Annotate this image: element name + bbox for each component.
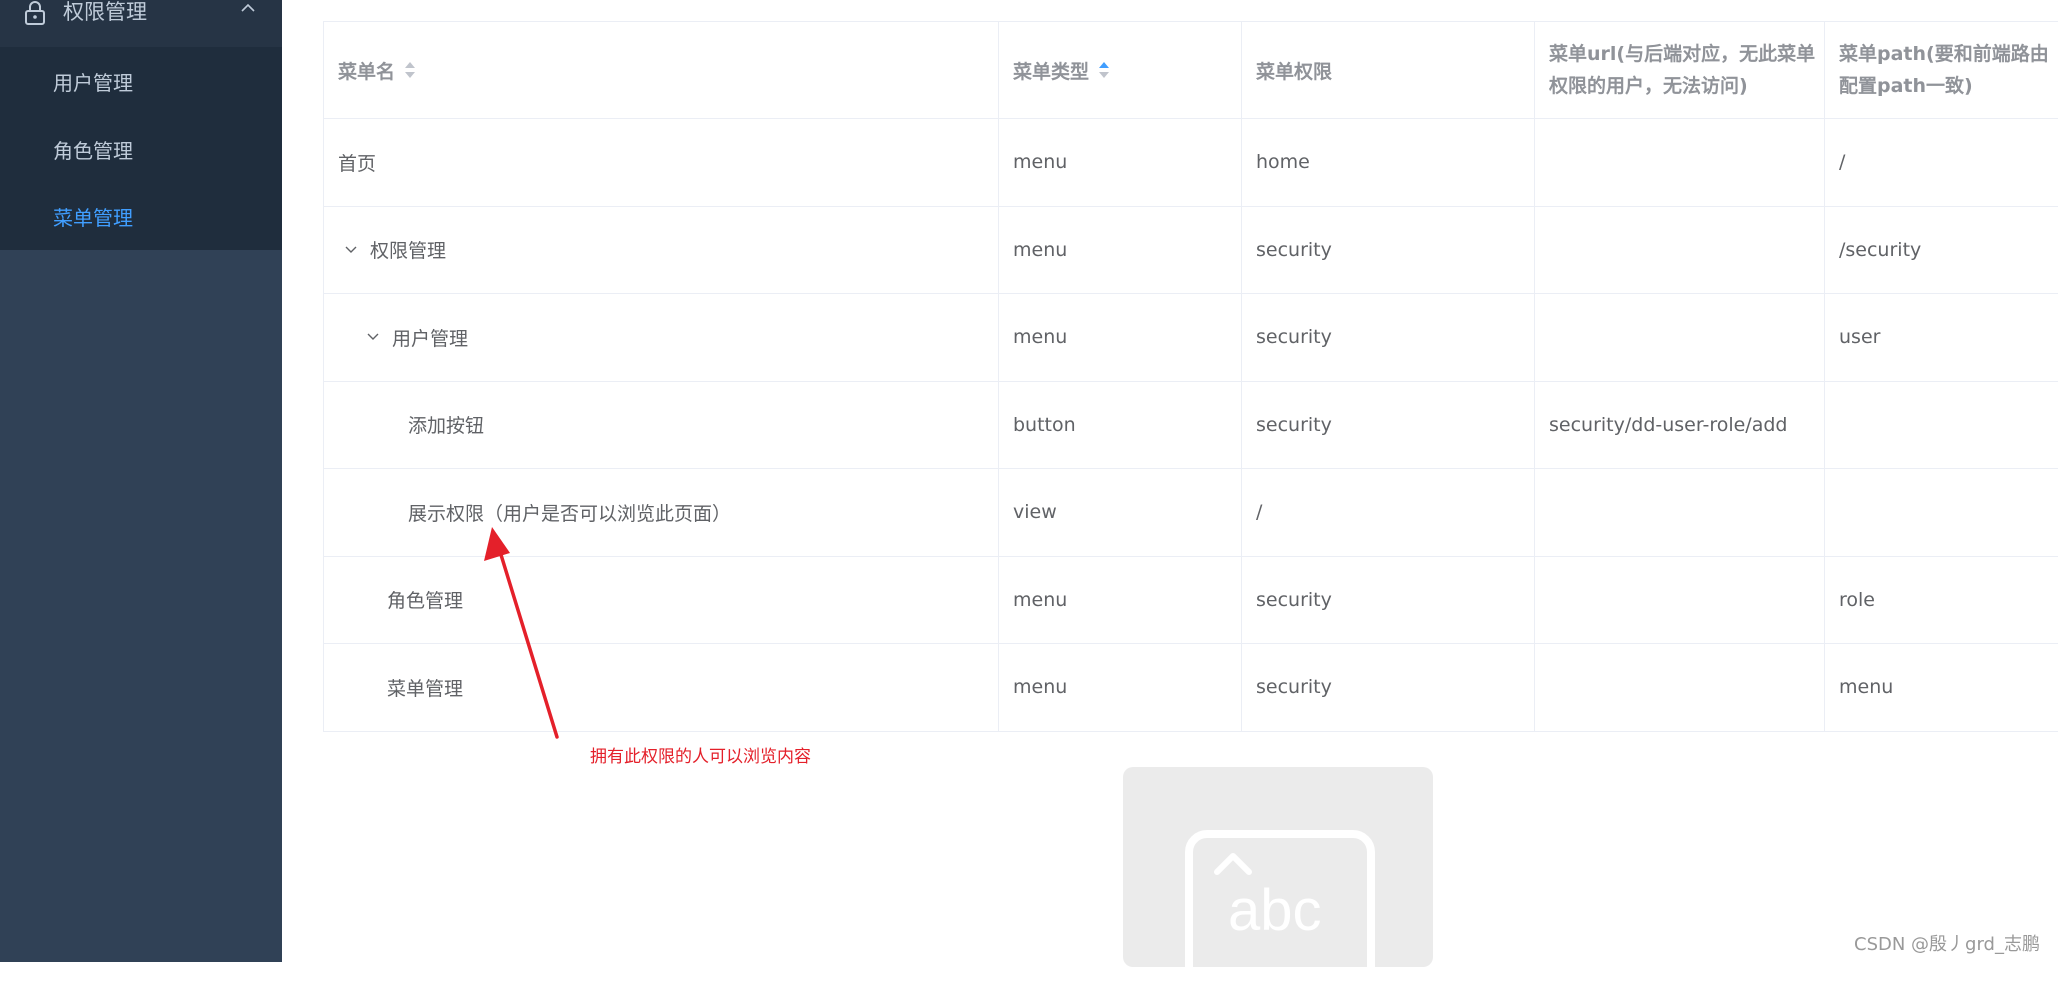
cell-url	[1535, 294, 1825, 381]
chevron-down-icon[interactable]	[344, 245, 358, 255]
cell-perm: security	[1242, 206, 1535, 293]
cell-type: menu	[999, 119, 1242, 206]
header-path-label: 菜单path(要和前端路由配置path一致)	[1839, 43, 2049, 97]
header-type-label: 菜单类型	[1013, 60, 1090, 83]
cell-name: 首页	[324, 119, 999, 206]
sort-icon[interactable]	[403, 60, 417, 80]
sidebar-item-user-management[interactable]: 用户管理	[0, 47, 282, 115]
cell-url	[1535, 644, 1825, 731]
header-name-label: 菜单名	[338, 60, 396, 83]
cell-perm: home	[1242, 119, 1535, 206]
cell-type: menu	[999, 294, 1242, 381]
sidebar-item-label: 菜单管理	[53, 205, 133, 230]
cell-type: button	[999, 381, 1242, 468]
header-url-label: 菜单url(与后端对应，无此菜单权限的用户，无法访问)	[1549, 43, 1816, 97]
cell-type: menu	[999, 206, 1242, 293]
cell-perm: security	[1242, 381, 1535, 468]
cell-path: /	[1839, 151, 1846, 174]
cell-perm: /	[1242, 469, 1535, 556]
submenu-title-label: 权限管理	[63, 0, 147, 24]
sidebar-item-menu-management[interactable]: 菜单管理	[0, 182, 282, 250]
table-row[interactable]: 菜单管理 menu security menu	[324, 644, 2058, 732]
lock-icon	[25, 1, 45, 25]
cell-name: 权限管理	[324, 206, 999, 293]
sidebar-item-label: 用户管理	[53, 70, 133, 95]
cell-type: menu	[999, 556, 1242, 643]
row-name: 展示权限（用户是否可以浏览此页面）	[408, 502, 732, 525]
cell-path: menu	[1839, 676, 1894, 699]
table-row[interactable]: 添加按钮 button security security/dd-user-ro…	[324, 381, 2058, 469]
row-name: 用户管理	[392, 327, 469, 350]
row-name: 权限管理	[370, 240, 447, 263]
cell-name: 角色管理	[324, 556, 999, 643]
cell-perm: security	[1242, 294, 1535, 381]
sidebar: 权限管理 用户管理 角色管理 菜单管理	[0, 0, 282, 962]
cell-type: view	[999, 469, 1242, 556]
cell-url: security/dd-user-role/add	[1535, 381, 1825, 468]
row-name: 菜单管理	[387, 677, 464, 700]
placeholder-image: abc	[1123, 767, 1433, 990]
table-row[interactable]: 权限管理 menu security /security	[324, 206, 2058, 294]
table-row[interactable]: 用户管理 menu security user	[324, 294, 2058, 382]
header-perm-label: 菜单权限	[1256, 60, 1333, 83]
watermark: CSDN @殷丿grd_志鹏	[1854, 934, 2040, 955]
sort-ascending-icon[interactable]	[1097, 60, 1111, 80]
cell-path: user	[1839, 326, 1881, 349]
table-header-row: 菜单名 菜单类型 菜单权限 菜单url(与后端对应，无此菜单权限的用户，无法访问…	[324, 22, 2058, 119]
menu-table: 菜单名 菜单类型 菜单权限 菜单url(与后端对应，无此菜单权限的用户，无法访问…	[323, 21, 2058, 732]
submenu-items: 用户管理 角色管理 菜单管理	[0, 47, 282, 250]
cell-url	[1535, 556, 1825, 643]
cell-path: role	[1839, 588, 1875, 611]
chevron-down-icon[interactable]	[366, 332, 380, 342]
annotation-text: 拥有此权限的人可以浏览内容	[590, 747, 811, 767]
cell-name: 添加按钮	[324, 381, 999, 468]
cell-type: menu	[999, 644, 1242, 731]
cell-url	[1535, 206, 1825, 293]
header-perm: 菜单权限	[1242, 22, 1535, 118]
cell-path: /security	[1839, 238, 1922, 261]
sidebar-item-label: 角色管理	[53, 138, 133, 163]
cell-url	[1535, 469, 1825, 556]
annotation-arrow-icon	[484, 527, 559, 739]
caret-icon	[1214, 853, 1252, 875]
row-name: 首页	[338, 152, 377, 175]
cell-name: 展示权限（用户是否可以浏览此页面）	[324, 469, 999, 556]
header-type[interactable]: 菜单类型	[999, 22, 1242, 118]
placeholder-text: abc	[1228, 878, 1322, 943]
row-name: 角色管理	[387, 590, 464, 613]
cell-name: 菜单管理	[324, 644, 999, 731]
cell-name: 用户管理	[324, 294, 999, 381]
cell-path	[1825, 382, 2058, 469]
sidebar-item-role-management[interactable]: 角色管理	[0, 115, 282, 183]
cell-perm: security	[1242, 556, 1535, 643]
row-name: 添加按钮	[408, 415, 485, 438]
header-name[interactable]: 菜单名	[324, 22, 999, 118]
cell-url	[1535, 119, 1825, 206]
table-row[interactable]: 首页 menu home /	[324, 119, 2058, 207]
chevron-up-icon[interactable]	[240, 2, 256, 14]
cell-perm: security	[1242, 644, 1535, 731]
header-path: 菜单path(要和前端路由配置path一致)	[1825, 22, 2058, 118]
table-row[interactable]: 角色管理 menu security role	[324, 556, 2058, 644]
submenu-title-security[interactable]: 权限管理	[0, 0, 282, 47]
header-url: 菜单url(与后端对应，无此菜单权限的用户，无法访问)	[1535, 22, 1825, 118]
cell-path	[1825, 469, 2058, 556]
table-row[interactable]: 展示权限（用户是否可以浏览此页面） view /	[324, 469, 2058, 557]
